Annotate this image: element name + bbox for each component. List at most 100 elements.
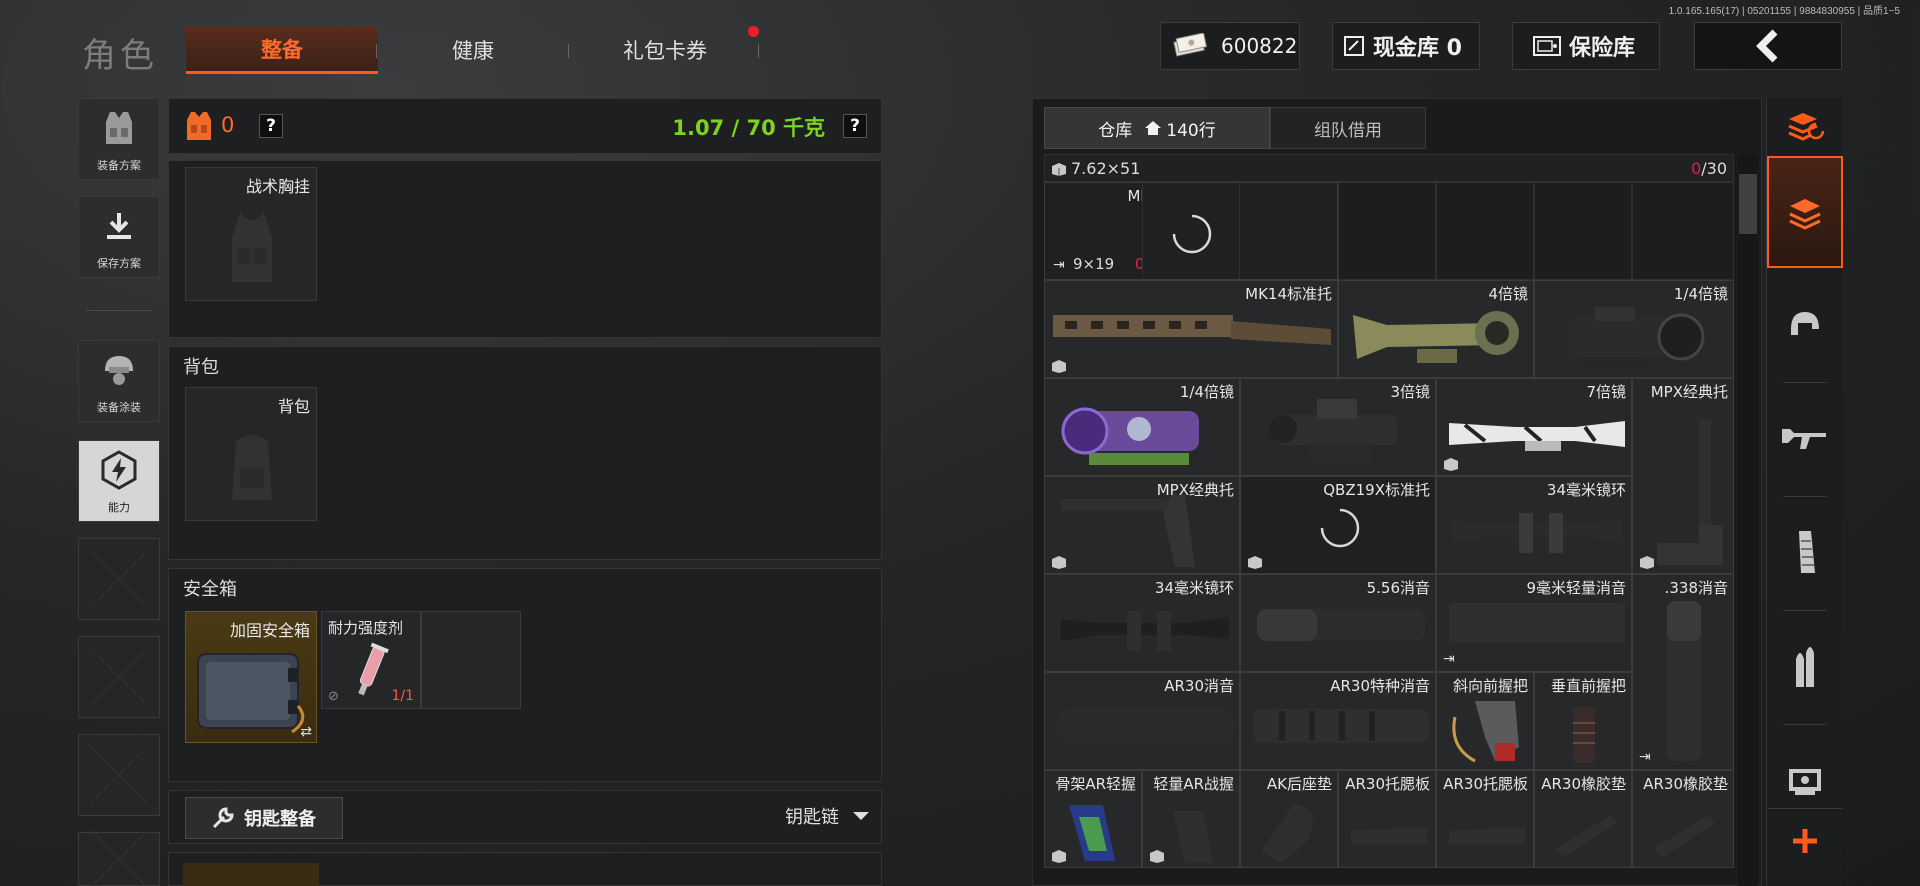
suppressor-icon bbox=[1253, 709, 1429, 743]
tab-loadout[interactable]: 整备 bbox=[186, 26, 378, 74]
helmet-icon bbox=[1791, 312, 1819, 335]
safebox-empty-slot[interactable] bbox=[421, 611, 521, 709]
scope-ring-icon bbox=[1453, 513, 1621, 553]
item-name: QBZ19X标准托 bbox=[1323, 481, 1430, 499]
tab-gift-cards[interactable]: 礼包卡券 bbox=[570, 26, 760, 74]
category-helmet[interactable] bbox=[1767, 274, 1843, 374]
plus-icon bbox=[1793, 828, 1817, 853]
inventory-item[interactable]: 骨架AR轻握 bbox=[1044, 770, 1142, 868]
grid-cell bbox=[1632, 182, 1734, 280]
inventory-item[interactable]: 1/4倍镜 bbox=[1534, 280, 1734, 378]
next-section-item bbox=[183, 863, 319, 886]
ammo-capacity: 0/30 bbox=[1691, 159, 1727, 178]
pistol-grip-icon bbox=[1173, 811, 1213, 863]
inventory-item[interactable]: 垂直前握把 bbox=[1534, 672, 1632, 770]
tab-divider bbox=[568, 44, 569, 58]
ammo-header-row[interactable]: 7.62×51 0/30 bbox=[1044, 154, 1734, 182]
item-name: 斜向前握把 bbox=[1452, 677, 1528, 695]
box-icon bbox=[1150, 850, 1164, 863]
sidebar-empty-slot bbox=[78, 538, 160, 620]
inventory-item[interactable]: AR30特种消音 bbox=[1240, 672, 1436, 770]
box-icon bbox=[1052, 360, 1066, 373]
tab-storage[interactable]: 仓库 140行 bbox=[1044, 107, 1270, 149]
sidebar-item-label: 保存方案 bbox=[97, 257, 141, 270]
grid-cell bbox=[1534, 182, 1632, 280]
inventory-item[interactable]: 5.56消音 bbox=[1240, 574, 1436, 672]
sidebar-save-plan[interactable]: 保存方案 bbox=[78, 196, 160, 278]
foregrip-icon bbox=[1452, 701, 1519, 763]
key-loadout-button[interactable]: 钥匙整备 bbox=[185, 797, 343, 839]
warehouse-scrollbar[interactable] bbox=[1738, 154, 1758, 886]
inventory-item[interactable]: 9毫米轻量消音 ⇥ bbox=[1436, 574, 1632, 672]
insurance-vault-button[interactable]: 保险库 bbox=[1512, 22, 1660, 70]
inventory-item[interactable]: 3倍镜 bbox=[1240, 378, 1436, 476]
backpack-slot[interactable]: 背包 bbox=[185, 387, 317, 521]
category-magazine[interactable] bbox=[1767, 502, 1843, 602]
stock-icon bbox=[1053, 315, 1331, 345]
swap-icon[interactable]: ⇄ bbox=[300, 724, 312, 740]
safebox-section-title: 安全箱 bbox=[183, 579, 237, 600]
inventory-item[interactable]: AK后座垫 bbox=[1240, 770, 1338, 868]
inventory-item[interactable]: MPX经典托 bbox=[1044, 476, 1240, 574]
inventory-item[interactable]: 1/4倍镜 bbox=[1044, 378, 1240, 476]
box-icon bbox=[1444, 458, 1458, 471]
sidebar-item-label: 装备涂装 bbox=[97, 401, 141, 414]
category-bar bbox=[1766, 98, 1843, 886]
category-all[interactable] bbox=[1767, 156, 1843, 268]
tab-health[interactable]: 健康 bbox=[378, 26, 568, 74]
category-weapon[interactable] bbox=[1767, 388, 1843, 488]
item-name: 34毫米镜环 bbox=[1154, 579, 1234, 597]
back-button[interactable] bbox=[1694, 22, 1842, 70]
page-title: 角色 bbox=[82, 36, 158, 76]
inventory-item[interactable]: MK14标准托 bbox=[1044, 280, 1338, 378]
keychain-dropdown[interactable]: 钥匙链 bbox=[785, 803, 871, 829]
safebox-slot[interactable]: 加固安全箱 ⇄ bbox=[185, 611, 317, 743]
item-name: AR30特种消音 bbox=[1330, 677, 1430, 695]
inventory-item[interactable]: AR30托腮板 bbox=[1436, 770, 1534, 868]
safebox-content-item[interactable]: 耐力强度剂 ⊘ 1/1 bbox=[321, 611, 421, 709]
inventory-item[interactable]: 斜向前握把 bbox=[1436, 672, 1534, 770]
sidebar-item-label: 能力 bbox=[108, 501, 130, 514]
category-ammo[interactable] bbox=[1767, 616, 1843, 716]
inventory-item[interactable]: AR30托腮板 bbox=[1338, 770, 1436, 868]
inventory-item[interactable]: AR30橡胶垫 bbox=[1534, 770, 1632, 868]
sight-icon bbox=[1789, 769, 1821, 795]
inventory-item[interactable]: .338消音 ⇥ bbox=[1632, 574, 1734, 770]
sidebar-divider bbox=[86, 310, 152, 311]
inventory-item[interactable]: MPX经典托 bbox=[1632, 378, 1734, 574]
inventory-item[interactable]: 4倍镜 bbox=[1338, 280, 1534, 378]
inventory-item[interactable]: 7倍镜 bbox=[1436, 378, 1632, 476]
chest-rig-slot[interactable]: 战术胸挂 bbox=[185, 167, 317, 301]
grid-cell bbox=[1338, 182, 1436, 280]
inventory-item[interactable]: QBZ19X标准托 bbox=[1240, 476, 1436, 574]
inventory-item[interactable]: 轻量AR战握 bbox=[1142, 770, 1240, 868]
scope-skin-icon bbox=[1061, 407, 1199, 465]
inventory-item[interactable]: 34毫米镜环 bbox=[1044, 574, 1240, 672]
download-icon bbox=[107, 213, 131, 239]
tab-team-borrow[interactable]: 组队借用 bbox=[1270, 107, 1426, 149]
sidebar-gear-skin[interactable]: 装备涂装 bbox=[78, 340, 160, 422]
cheek-rest-icon bbox=[1351, 827, 1427, 845]
weight-help-button[interactable]: ? bbox=[843, 114, 867, 138]
inventory-item[interactable]: AR30橡胶垫 bbox=[1632, 770, 1734, 868]
cash-vault-button[interactable]: 现金库 0 bbox=[1332, 22, 1480, 70]
ammo-caliber: 7.62×51 bbox=[1071, 159, 1141, 178]
scrollbar-thumb[interactable] bbox=[1739, 174, 1757, 234]
category-divider bbox=[1783, 724, 1827, 725]
vault-icon bbox=[1344, 36, 1364, 56]
category-divider bbox=[1783, 496, 1827, 497]
sidebar-ability[interactable]: 能力 bbox=[78, 440, 160, 522]
category-sort[interactable] bbox=[1767, 98, 1843, 154]
notification-badge bbox=[748, 26, 759, 37]
inventory-item[interactable]: 34毫米镜环 bbox=[1436, 476, 1632, 574]
sidebar-loadout-plan[interactable]: 装备方案 bbox=[78, 98, 160, 180]
suppressor-icon bbox=[1449, 603, 1625, 643]
loading-spinner-icon bbox=[1320, 508, 1360, 548]
stock-icon bbox=[1657, 419, 1723, 565]
add-category-button[interactable] bbox=[1767, 808, 1843, 872]
scope-icon bbox=[1269, 399, 1397, 463]
sort-layers-icon bbox=[1788, 113, 1825, 141]
inventory-item[interactable]: AR30消音 bbox=[1044, 672, 1240, 770]
tab-divider bbox=[376, 44, 377, 58]
armor-help-button[interactable]: ? bbox=[259, 114, 283, 138]
